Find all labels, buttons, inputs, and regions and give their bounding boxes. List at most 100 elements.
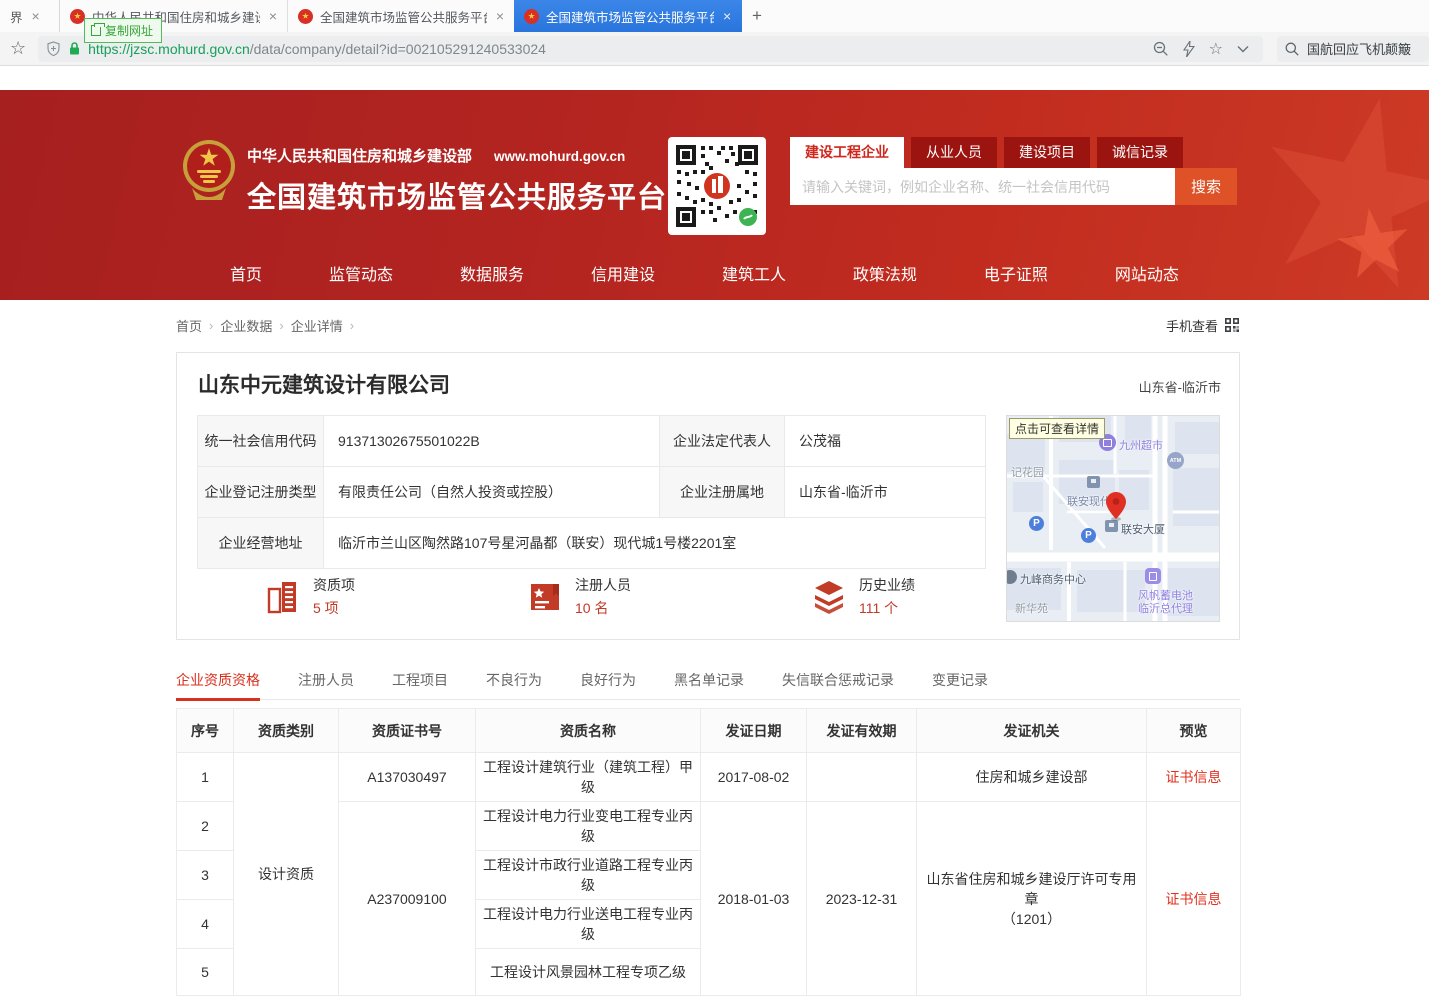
banner-search-module: 建设工程企业 从业人员 建设项目 诚信记录 搜索	[790, 137, 1237, 205]
close-icon[interactable]: ×	[32, 8, 40, 24]
zoom-out-icon[interactable]	[1153, 41, 1169, 57]
nav-item-workers[interactable]: 建筑工人	[722, 261, 786, 285]
certificate-icon	[527, 579, 563, 615]
tab-platform-inactive[interactable]: 全国建筑市场监管公共服务平台 ×	[287, 0, 514, 32]
search-tab-personnel[interactable]: 从业人员	[911, 137, 997, 168]
map-pin-icon	[1105, 492, 1127, 527]
bookmark-star-icon[interactable]: ☆	[10, 38, 26, 59]
map-label-garden: 记花园	[1011, 464, 1044, 480]
company-region: 山东省-临沂市	[1139, 377, 1221, 396]
nav-item-news[interactable]: 网站动态	[1115, 261, 1179, 285]
qual-name-cell: 工程设计电力行业变电工程专业丙级	[476, 802, 701, 851]
mobile-view-label: 手机查看	[1166, 316, 1218, 335]
tab-title: 全国建筑市场监管公共服务平台	[546, 7, 714, 26]
section-tab-projects[interactable]: 工程项目	[392, 662, 448, 699]
main-nav: 首页 监管动态 数据服务 信用建设 建筑工人 政策法规 电子证照 网站动态	[230, 245, 1179, 300]
company-map[interactable]: 点击可查看详情 九州超市 ATM 记花园 联安现代城 联安大厦 P P 九峰商务…	[1006, 415, 1220, 622]
authority-cell: 住房和城乡建设部	[917, 753, 1147, 802]
site-brand: 中华人民共和国住房和城乡建设部 www.mohurd.gov.cn 全国建筑市场…	[247, 145, 667, 216]
emblem-favicon-icon	[524, 9, 539, 24]
search-tabs: 建设工程企业 从业人员 建设项目 诚信记录	[790, 137, 1237, 168]
breadcrumb-item-home[interactable]: 首页	[176, 316, 202, 335]
section-tab-blacklist[interactable]: 黑名单记录	[674, 662, 744, 699]
qual-name-cell: 工程设计建筑行业（建筑工程）甲级	[476, 753, 701, 802]
qual-name-cell: 工程设计风景园林工程专项乙级	[476, 949, 701, 996]
ministry-name: 中华人民共和国住房和城乡建设部	[247, 145, 472, 166]
section-tab-dishonesty[interactable]: 失信联合惩戒记录	[782, 662, 894, 699]
stat-value: 5 项	[313, 598, 355, 618]
close-icon[interactable]: ×	[269, 8, 277, 24]
tab-title: 界	[10, 7, 23, 26]
stat-personnel: 注册人员10 名	[527, 575, 631, 618]
section-tab-qualifications[interactable]: 企业资质资格	[176, 662, 260, 701]
col-category: 资质类别	[234, 709, 339, 753]
section-tab-changes[interactable]: 变更记录	[932, 662, 988, 699]
breadcrumb-item-company-detail[interactable]: 企业详情	[291, 316, 343, 335]
close-icon[interactable]: ×	[496, 8, 504, 24]
news-search-text: 国航回应飞机颠簸	[1307, 39, 1411, 58]
seq-cell: 1	[177, 753, 234, 802]
building-marker-icon	[1087, 476, 1100, 488]
map-tooltip: 点击可查看详情	[1009, 418, 1105, 439]
tab-platform-active[interactable]: 全国建筑市场监管公共服务平台 ×	[514, 0, 742, 32]
url-input[interactable]: https://jzsc.mohurd.gov.cn /data/company…	[38, 36, 1263, 62]
seq-cell: 2	[177, 802, 234, 851]
reg-type-value: 有限责任公司（自然人投资或控股）	[324, 467, 660, 518]
copy-url-tooltip: 复制网址	[84, 18, 162, 43]
search-tab-enterprise[interactable]: 建设工程企业	[790, 137, 904, 168]
company-info-table: 统一社会信用代码 91371302675501022B 企业法定代表人 公茂福 …	[197, 415, 986, 569]
lock-icon	[68, 41, 81, 56]
qualification-table-wrap: 序号 资质类别 资质证书号 资质名称 发证日期 发证有效期 发证机关 预览 1 …	[176, 708, 1240, 996]
address-value: 临沂市兰山区陶然路107号星河晶都（联安）现代城1号楼2201室	[324, 518, 986, 569]
stat-label: 注册人员	[575, 575, 631, 595]
nav-item-policy[interactable]: 政策法规	[853, 261, 917, 285]
seq-cell: 5	[177, 949, 234, 996]
close-icon[interactable]: ×	[723, 8, 731, 24]
star-decoration-icon	[1240, 90, 1429, 300]
certificate-info-link[interactable]: 证书信息	[1166, 891, 1222, 907]
company-search-input[interactable]	[790, 168, 1175, 205]
section-tab-registered-personnel[interactable]: 注册人员	[298, 662, 354, 699]
nav-item-credit[interactable]: 信用建设	[591, 261, 655, 285]
search-button[interactable]: 搜索	[1175, 168, 1237, 205]
search-tab-credit[interactable]: 诚信记录	[1097, 137, 1183, 168]
table-row: 1 设计资质 A137030497 工程设计建筑行业（建筑工程）甲级 2017-…	[177, 753, 1241, 802]
shield-icon[interactable]	[46, 41, 61, 57]
col-cert-no: 资质证书号	[339, 709, 476, 753]
nav-item-license[interactable]: 电子证照	[984, 261, 1048, 285]
map-label-supermarket: 九州超市	[1119, 437, 1163, 453]
cert-link-cell: 证书信息	[1147, 802, 1241, 996]
nav-item-data-service[interactable]: 数据服务	[460, 261, 524, 285]
browser-url-bar: ☆ https://jzsc.mohurd.gov.cn /data/compa…	[0, 32, 1429, 66]
lightning-icon[interactable]	[1183, 41, 1195, 57]
breadcrumb: 首页 › 企业数据 › 企业详情 › 手机查看	[176, 313, 1240, 337]
breadcrumb-item-company-data[interactable]: 企业数据	[220, 316, 272, 335]
section-tab-bad-behavior[interactable]: 不良行为	[486, 662, 542, 699]
company-name: 山东中元建筑设计有限公司	[198, 369, 450, 399]
qualification-table: 序号 资质类别 资质证书号 资质名称 发证日期 发证有效期 发证机关 预览 1 …	[176, 708, 1241, 996]
search-tab-project[interactable]: 建设项目	[1004, 137, 1090, 168]
nav-item-home[interactable]: 首页	[230, 261, 262, 285]
certificate-info-link[interactable]: 证书信息	[1166, 769, 1222, 785]
section-tabs: 企业资质资格 注册人员 工程项目 不良行为 良好行为 黑名单记录 失信联合惩戒记…	[176, 662, 1240, 700]
search-icon	[1285, 42, 1299, 56]
nav-item-supervision[interactable]: 监管动态	[329, 261, 393, 285]
favorite-star-icon[interactable]: ☆	[1209, 39, 1223, 59]
tab-world[interactable]: 界 ×	[0, 0, 60, 32]
new-tab-button[interactable]: +	[742, 0, 772, 32]
mobile-view-control[interactable]: 手机查看	[1166, 316, 1240, 335]
battery-marker-icon	[1145, 568, 1161, 584]
qr-code	[668, 137, 766, 235]
map-label-xinhuayuan: 新华苑	[1015, 600, 1048, 616]
site-title: 全国建筑市场监管公共服务平台	[247, 174, 667, 216]
credit-code-value: 91371302675501022B	[324, 416, 660, 467]
seq-cell: 3	[177, 851, 234, 900]
col-issue-date: 发证日期	[701, 709, 807, 753]
site-url: www.mohurd.gov.cn	[494, 149, 625, 164]
parking-marker: P	[1029, 516, 1044, 531]
section-tab-good-behavior[interactable]: 良好行为	[580, 662, 636, 699]
company-card: 山东中元建筑设计有限公司 山东省-临沂市 统一社会信用代码 9137130267…	[176, 352, 1240, 640]
chevron-down-icon[interactable]	[1237, 45, 1249, 53]
news-search-box[interactable]: 国航回应飞机颠簸	[1277, 36, 1429, 62]
col-preview: 预览	[1147, 709, 1241, 753]
